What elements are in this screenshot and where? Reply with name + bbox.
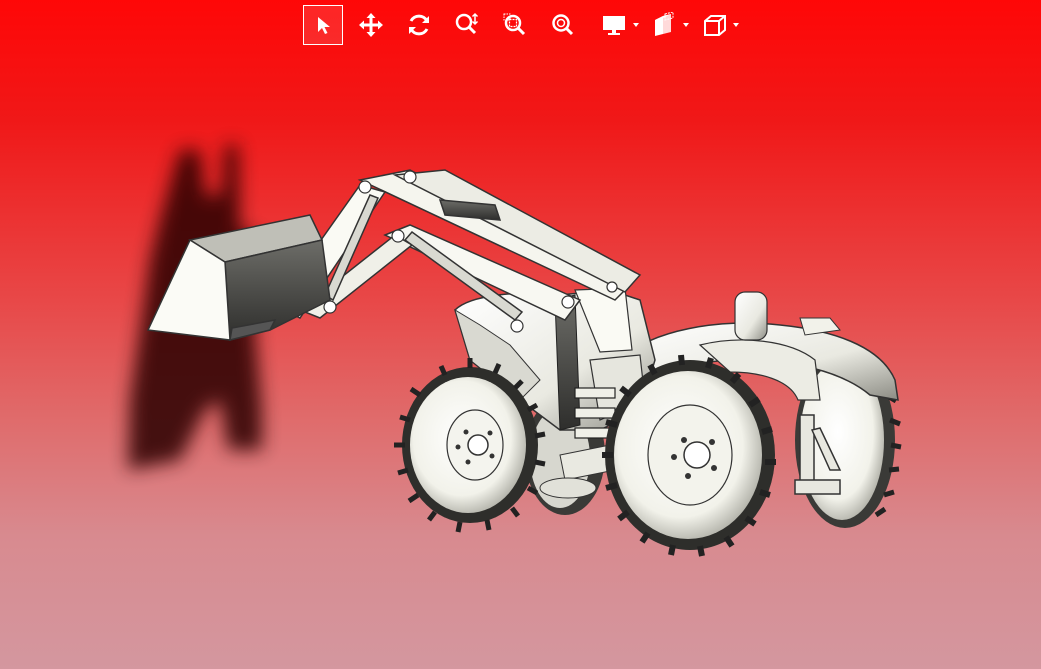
zoom-window-icon xyxy=(503,13,526,36)
view-cube-icon xyxy=(704,15,726,36)
select-button[interactable] xyxy=(303,5,343,45)
zoom-button[interactable] xyxy=(447,5,487,45)
rotate-button[interactable] xyxy=(399,5,439,45)
view-cube-button[interactable] xyxy=(691,5,739,45)
monitor-icon xyxy=(603,16,625,35)
pan-move-icon xyxy=(359,13,383,37)
chevron-down-icon xyxy=(633,23,639,27)
zoom-window-button[interactable] xyxy=(495,5,535,45)
zoom-icon xyxy=(455,12,479,35)
chevron-down-icon xyxy=(683,23,689,27)
pan-button[interactable] xyxy=(351,5,391,45)
viewer-toolbar xyxy=(303,4,741,46)
front-left-wheel xyxy=(394,358,546,533)
model-scene[interactable] xyxy=(0,0,1041,669)
section-plane-icon xyxy=(655,12,674,36)
select-arrow-icon xyxy=(318,17,330,34)
zoom-fit-icon xyxy=(552,14,574,36)
chevron-down-icon xyxy=(733,23,739,27)
display-mode-button[interactable] xyxy=(591,5,639,45)
zoom-fit-button[interactable] xyxy=(543,5,583,45)
rotate-icon xyxy=(409,14,429,36)
section-button[interactable] xyxy=(641,5,689,45)
3d-viewport[interactable] xyxy=(0,0,1041,669)
